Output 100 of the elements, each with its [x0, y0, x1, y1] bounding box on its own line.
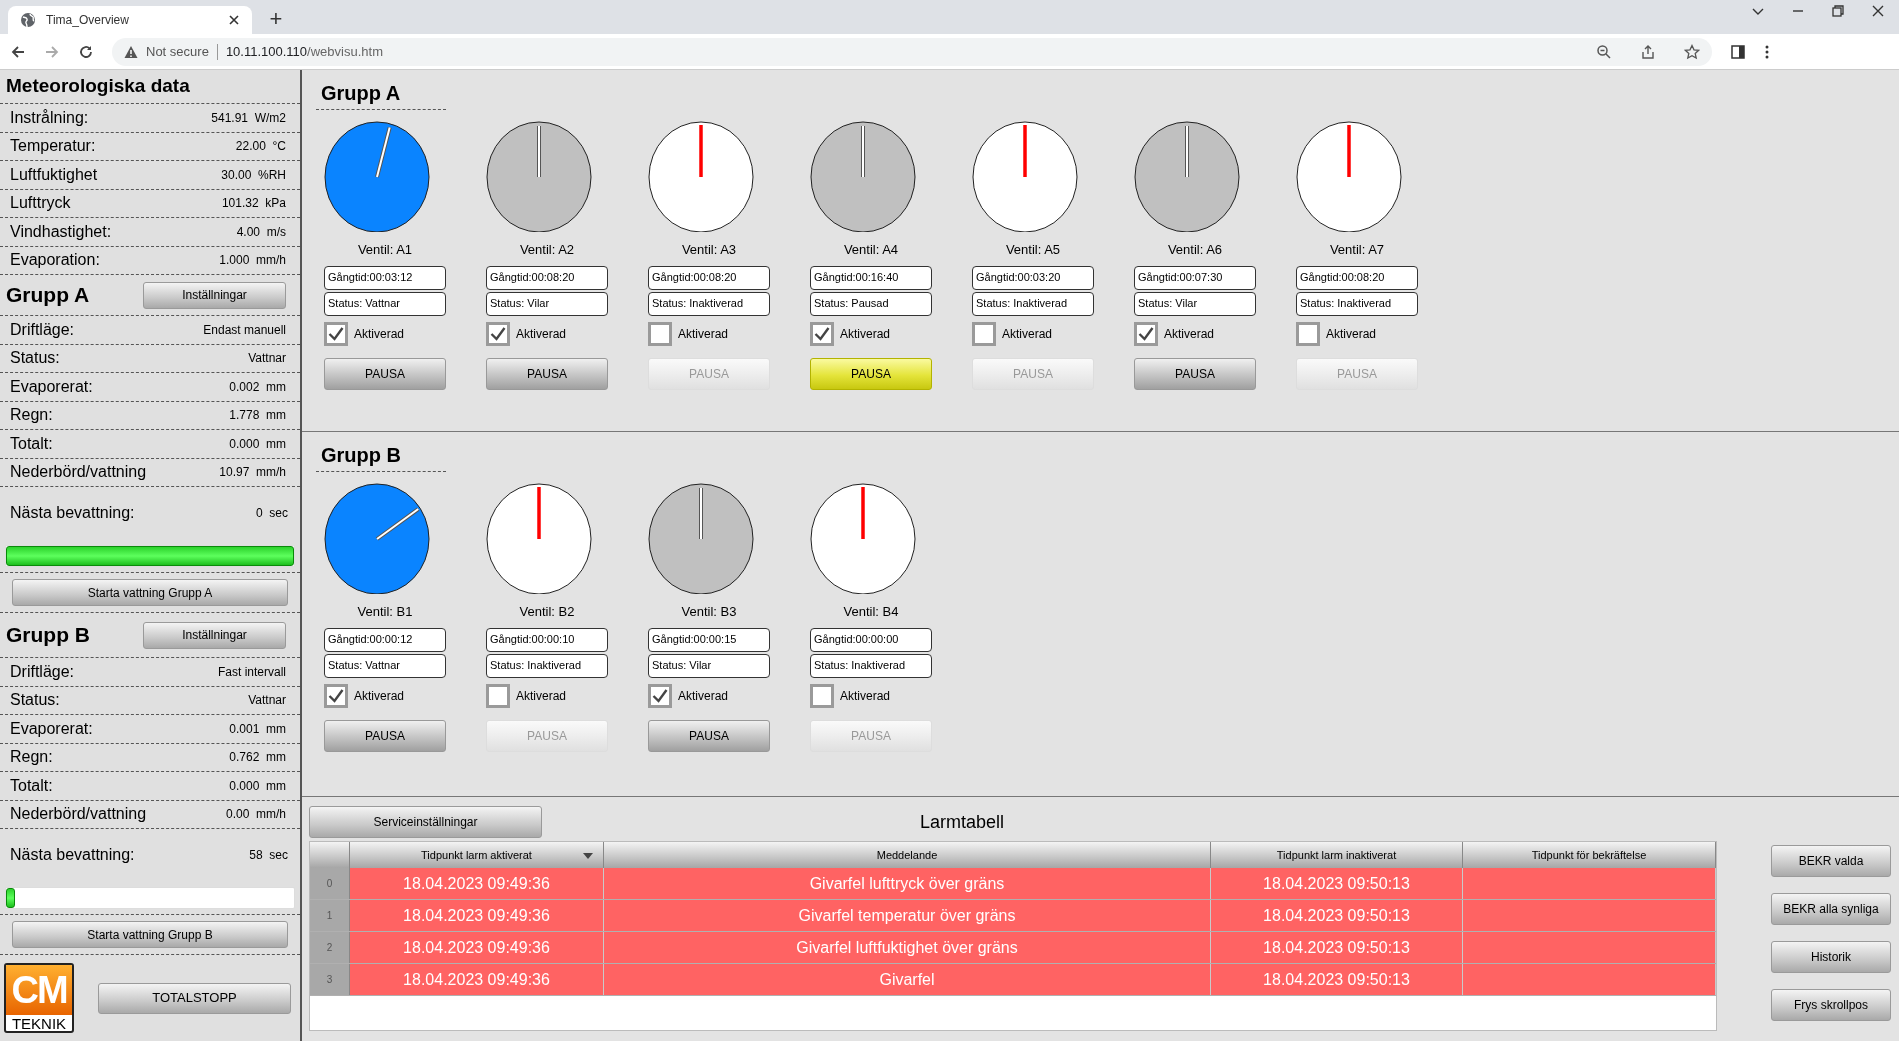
address-bar[interactable]: Not secure 10.11.100.110/webvisu.htm — [112, 37, 1712, 66]
field-label: Driftläge: — [10, 319, 75, 340]
checkbox-label: Aktiverad — [354, 687, 405, 705]
field-value: 58 sec — [249, 847, 288, 864]
checkbox-label: Aktiverad — [354, 325, 405, 343]
service-settings-button[interactable]: Serviceinställningar — [309, 806, 542, 838]
checkbox[interactable] — [1134, 321, 1158, 346]
group-title: Grupp B — [6, 622, 90, 649]
runtime-field: Gångtid:00:00:15 — [648, 627, 770, 652]
runtime-field: Gångtid:00:00:10 — [486, 627, 608, 652]
pause-button[interactable]: PAUSA — [324, 719, 446, 752]
field-label: Driftläge: — [10, 661, 75, 682]
runtime-field: Gångtid:00:00:00 — [810, 627, 932, 652]
runtime-field: Gångtid:00:08:20 — [486, 265, 608, 290]
field-value: 1.000 mm/h — [219, 252, 286, 270]
status-field: Status: Vilar — [486, 291, 608, 316]
settings-button[interactable]: Inställningar — [143, 621, 286, 649]
field-value: 0.762 mm — [229, 749, 286, 767]
checkbox[interactable] — [486, 321, 510, 346]
close-icon[interactable] — [228, 14, 240, 26]
globe-icon — [20, 12, 36, 28]
column-header[interactable]: Meddelande — [604, 842, 1211, 868]
table-cell: 18.04.2023 09:49:36 — [350, 900, 604, 931]
table-cell: 18.04.2023 09:49:36 — [350, 868, 604, 899]
field-value: Vattnar — [248, 692, 286, 710]
pause-button[interactable]: PAUSA — [810, 357, 932, 390]
security-label: Not secure — [146, 42, 209, 61]
checkbox-label: Aktiverad — [1326, 325, 1377, 343]
field-label: Vindhastighet: — [10, 221, 112, 242]
table-action-button[interactable]: BEKR valda — [1771, 845, 1891, 877]
row-index: 3 — [310, 964, 350, 995]
group-title: Grupp A — [6, 282, 90, 309]
checkbox-label: Aktiverad — [516, 325, 567, 343]
table-action-button[interactable]: Historik — [1771, 941, 1891, 973]
back-arrow-icon[interactable] — [10, 43, 26, 60]
status-field: Status: Vilar — [1134, 291, 1256, 316]
checkbox[interactable] — [324, 683, 348, 708]
checkbox[interactable] — [810, 683, 834, 708]
field-value: Vattnar — [248, 350, 286, 368]
column-header[interactable]: Tidpunkt för bekräftelse — [1463, 842, 1716, 868]
status-field: Status: Pausad — [810, 291, 932, 316]
checkbox[interactable] — [1296, 321, 1320, 346]
new-tab-button[interactable]: + — [264, 8, 288, 30]
pause-button[interactable]: PAUSA — [486, 357, 608, 390]
field-value: 0.001 mm — [229, 720, 286, 738]
runtime-field: Gångtid:00:00:12 — [324, 627, 446, 652]
field-label: Nederbörd/vattning — [10, 462, 147, 483]
checkbox[interactable] — [972, 321, 996, 346]
checkbox[interactable] — [486, 683, 510, 708]
status-field: Status: Vattnar — [324, 653, 446, 678]
browser-tab[interactable]: Tima_Overview — [8, 6, 252, 34]
checkbox[interactable] — [324, 321, 348, 346]
pause-button[interactable]: PAUSA — [1134, 357, 1256, 390]
checkbox-label: Aktiverad — [1002, 325, 1053, 343]
checkbox-label: Aktiverad — [678, 687, 729, 705]
table-cell: 18.04.2023 09:50:13 — [1211, 932, 1463, 963]
field-label: Totalt: — [10, 775, 53, 796]
runtime-field: Gångtid:00:07:30 — [1134, 265, 1256, 290]
restore-icon[interactable] — [1831, 4, 1845, 18]
checkbox[interactable] — [648, 683, 672, 708]
tab-title: Tima_Overview — [46, 12, 130, 29]
menu-icon[interactable] — [1764, 43, 1770, 60]
checkbox[interactable] — [810, 321, 834, 346]
start-irrigation-button[interactable]: Starta vattning Grupp A — [12, 579, 288, 606]
total-stop-button[interactable]: TOTALSTOPP — [98, 982, 291, 1014]
table-cell: 18.04.2023 09:49:36 — [350, 932, 604, 963]
column-header[interactable]: Tidpunkt larm inaktiverat — [1211, 842, 1463, 868]
column-header[interactable]: Tidpunkt larm aktiverat — [350, 842, 604, 868]
field-label: Status: — [10, 348, 60, 369]
checkbox-label: Aktiverad — [678, 325, 729, 343]
pause-button[interactable]: PAUSA — [324, 357, 446, 390]
star-icon[interactable] — [1684, 43, 1700, 60]
checkmark-icon — [1138, 326, 1154, 341]
zoom-icon[interactable] — [1596, 43, 1612, 60]
field-value: 0.00 mm/h — [225, 806, 286, 824]
reload-icon[interactable] — [78, 43, 94, 60]
checkbox-label: Aktiverad — [840, 325, 891, 343]
checkbox[interactable] — [648, 321, 672, 346]
start-irrigation-button[interactable]: Starta vattning Grupp B — [12, 921, 288, 948]
field-label: Evaporerat: — [10, 376, 93, 397]
table-action-button[interactable]: Frys skrollpos — [1771, 989, 1891, 1021]
field-value: 0.000 mm — [229, 435, 286, 453]
close-window-icon[interactable] — [1871, 4, 1885, 18]
pause-button[interactable]: PAUSA — [648, 719, 770, 752]
status-field: Status: Inaktiverad — [972, 291, 1094, 316]
valve-name: Ventil: A2 — [518, 241, 576, 259]
settings-button[interactable]: Inställningar — [143, 281, 286, 309]
share-icon[interactable] — [1640, 43, 1656, 60]
checkmark-icon — [652, 688, 668, 703]
sort-arrow-icon — [583, 853, 593, 859]
group-title: Grupp A — [316, 76, 446, 110]
status-field: Status: Inaktiverad — [810, 653, 932, 678]
sidebar-icon[interactable] — [1730, 43, 1746, 60]
checkmark-icon — [490, 326, 506, 341]
field-value: Fast intervall — [217, 663, 286, 681]
checkbox-label: Aktiverad — [516, 687, 567, 705]
row-index: 2 — [310, 932, 350, 963]
url-text: 10.11.100.110/webvisu.htm — [225, 42, 383, 61]
table-action-button[interactable]: BEKR alla synliga — [1771, 893, 1891, 925]
field-label: Instrålning: — [10, 107, 89, 128]
